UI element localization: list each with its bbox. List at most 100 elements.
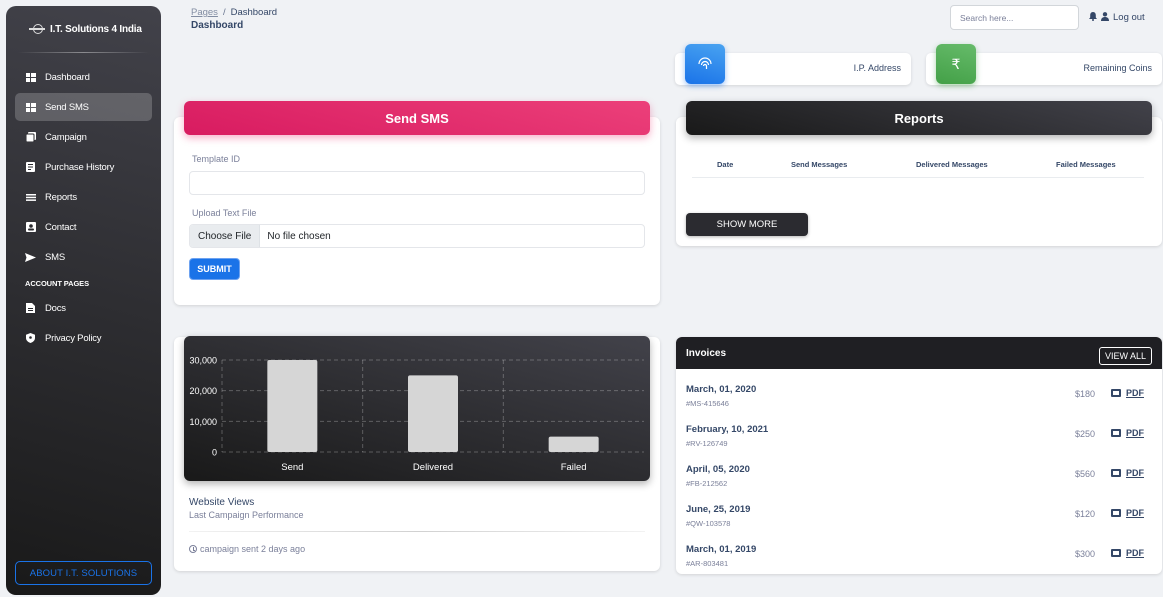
- invoice-pdf-link[interactable]: PDF: [1111, 508, 1144, 518]
- chart-subtitle: Last Campaign Performance: [189, 510, 304, 520]
- invoice-row: March, 01, 2019 #AR-803481 $300 PDF: [676, 544, 1162, 574]
- shield-icon: [25, 333, 36, 344]
- reports-icon: [25, 192, 36, 203]
- remaining-coins-card: ₹ Remaining Coins: [926, 44, 1162, 85]
- sidebar-item-contact[interactable]: Contact: [15, 213, 152, 241]
- bar-delivered[interactable]: [408, 375, 458, 452]
- page-title: Dashboard: [191, 20, 244, 31]
- send-icon: [25, 252, 36, 263]
- invoice-date: March, 01, 2019: [686, 544, 757, 555]
- reports-header: Reports: [686, 101, 1152, 135]
- chart-divider: [189, 531, 645, 532]
- clock-icon: [189, 545, 197, 553]
- column-delivered-messages: Delivered Messages: [916, 160, 988, 169]
- sidebar-item-docs[interactable]: Docs: [15, 294, 152, 322]
- sidebar-divider: [18, 52, 149, 53]
- contact-icon: [25, 222, 36, 233]
- sidebar-item-purchase-history[interactable]: Purchase History: [15, 153, 152, 181]
- sidebar-item-label: Dashboard: [45, 71, 90, 83]
- x-tick-label: Failed: [561, 462, 587, 473]
- choose-file-button[interactable]: Choose File: [190, 225, 261, 247]
- invoice-pdf-link[interactable]: PDF: [1111, 468, 1144, 478]
- file-status: No file chosen: [267, 230, 331, 242]
- sidebar-item-dashboard[interactable]: Dashboard: [15, 63, 152, 91]
- template-id-input[interactable]: [189, 171, 645, 195]
- sidebar-item-label: Campaign: [45, 131, 87, 143]
- invoice-amount: $300: [1075, 549, 1096, 559]
- send-sms-header: Send SMS: [184, 101, 650, 135]
- bell-icon[interactable]: [1089, 12, 1097, 23]
- sidebar-item-label: Docs: [45, 302, 66, 314]
- invoice-row: April, 05, 2020 #FB-212562 $560 PDF: [676, 464, 1162, 504]
- sidebar: I.T. Solutions 4 India Dashboard Send SM…: [6, 6, 161, 595]
- header-actions: Log out: [1089, 12, 1145, 23]
- brand[interactable]: I.T. Solutions 4 India: [6, 6, 161, 52]
- chart-footer: campaign sent 2 days ago: [189, 544, 305, 554]
- invoice-pdf-link[interactable]: PDF: [1111, 428, 1144, 438]
- sidebar-item-send-sms[interactable]: Send SMS: [15, 93, 152, 121]
- sidebar-item-privacy-policy[interactable]: Privacy Policy: [15, 324, 152, 352]
- search-input[interactable]: [951, 6, 1078, 29]
- pdf-label: PDF: [1126, 388, 1144, 398]
- invoice-amount: $120: [1075, 509, 1096, 519]
- template-id-label: Template ID: [192, 154, 241, 164]
- pdf-label: PDF: [1126, 548, 1144, 558]
- invoice-id: #RV-126749: [686, 439, 728, 448]
- pdf-icon: [1111, 389, 1121, 397]
- sidebar-item-label: Contact: [45, 221, 77, 233]
- invoice-amount: $250: [1075, 429, 1096, 439]
- chart-footer-text: campaign sent 2 days ago: [200, 544, 306, 554]
- x-tick-label: Send: [281, 462, 303, 473]
- user-icon: [1101, 12, 1109, 23]
- bar-chart: 0 10,000 20,000 30,000 Send Delivered Failed: [189, 356, 644, 473]
- sidebar-item-label: SMS: [45, 251, 65, 263]
- column-send-messages: Send Messages: [791, 160, 848, 169]
- invoice-pdf-link[interactable]: PDF: [1111, 388, 1144, 398]
- about-button[interactable]: ABOUT I.T. SOLUTIONS: [15, 561, 152, 585]
- sidebar-item-sms[interactable]: SMS: [15, 243, 152, 271]
- pdf-icon: [1111, 469, 1121, 477]
- history-icon: [25, 162, 36, 173]
- sidebar-item-reports[interactable]: Reports: [15, 183, 152, 211]
- file-input[interactable]: Choose File No file chosen: [189, 224, 645, 248]
- show-more-button[interactable]: SHOW MORE: [686, 213, 808, 236]
- x-tick-label: Delivered: [413, 462, 453, 473]
- campaign-chart: 0 10,000 20,000 30,000 Send Delivered Failed: [184, 336, 650, 481]
- submit-button[interactable]: SUBMIT: [189, 258, 240, 280]
- invoice-pdf-link[interactable]: PDF: [1111, 548, 1144, 558]
- document-icon: [25, 303, 36, 314]
- y-tick-label: 0: [212, 448, 217, 458]
- invoice-date: February, 10, 2021: [686, 424, 769, 435]
- remaining-coins-label: Remaining Coins: [1083, 63, 1152, 73]
- breadcrumb-current: Dashboard: [230, 7, 278, 18]
- y-tick-label: 30,000: [189, 356, 217, 366]
- bar-send[interactable]: [267, 360, 318, 452]
- rupee-icon: ₹: [936, 44, 976, 84]
- invoice-date: April, 05, 2020: [686, 464, 750, 475]
- invoice-id: #FB-212562: [686, 479, 728, 488]
- sidebar-item-label: Privacy Policy: [45, 332, 102, 344]
- breadcrumb-separator: /: [222, 7, 226, 18]
- view-all-button[interactable]: VIEW ALL: [1098, 347, 1152, 365]
- ip-address-card: I.P. Address: [675, 44, 911, 85]
- account-pages-heading: ACCOUNT PAGES: [25, 279, 89, 288]
- chart-title: Website Views: [189, 497, 255, 508]
- ip-address-label: I.P. Address: [853, 63, 901, 73]
- y-tick-label: 20,000: [189, 386, 217, 396]
- sidebar-item-label: Send SMS: [45, 101, 89, 113]
- reports-table-header: Date Send Messages Delivered Messages Fa…: [692, 156, 1144, 178]
- y-tick-label: 10,000: [189, 417, 217, 427]
- pdf-label: PDF: [1126, 508, 1144, 518]
- invoice-id: #QW-103578: [686, 519, 731, 528]
- pdf-label: PDF: [1126, 468, 1144, 478]
- column-failed-messages: Failed Messages: [1056, 160, 1116, 169]
- invoice-id: #AR-803481: [686, 559, 729, 568]
- logout-link[interactable]: Log out: [1113, 12, 1145, 23]
- bar-failed[interactable]: [548, 436, 599, 452]
- invoice-amount: $560: [1075, 469, 1096, 479]
- sidebar-item-campaign[interactable]: Campaign: [15, 123, 152, 151]
- column-date: Date: [717, 160, 734, 169]
- breadcrumb-pages-link[interactable]: Pages: [191, 7, 218, 18]
- globe-icon: [29, 24, 45, 34]
- invoices-header: Invoices VIEW ALL: [676, 337, 1162, 369]
